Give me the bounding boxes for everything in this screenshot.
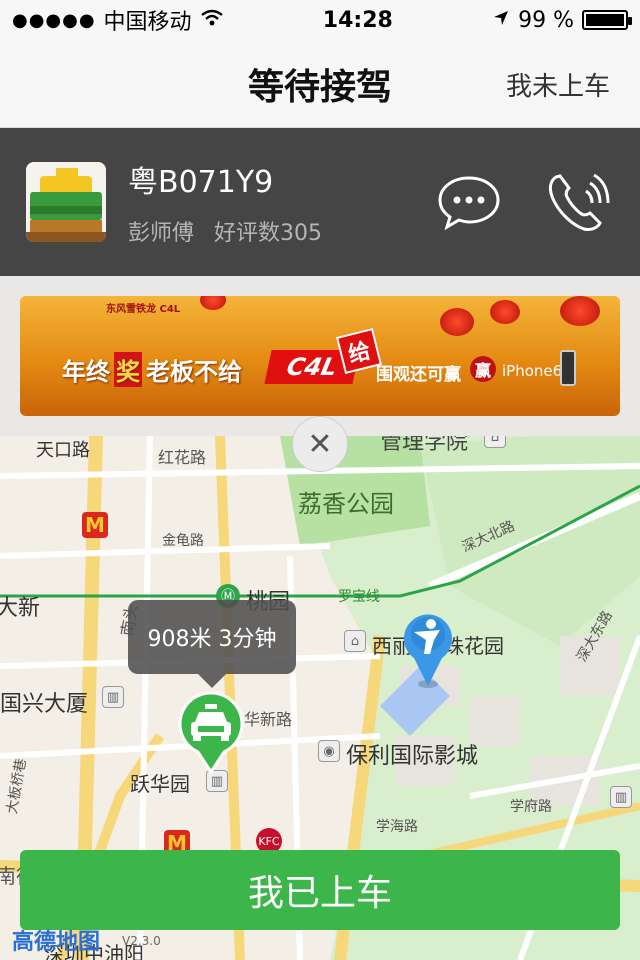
carrier-label: 中国移动 [103,10,192,35]
battery-icon [581,10,632,30]
message-bubble-icon[interactable] [434,167,504,237]
cinema-icon: ◉ [318,740,340,762]
lantern-decoration [560,296,600,326]
ad-headline: 年终 奖 老板不给 [62,352,242,387]
mcdonalds-icon: M [82,512,108,538]
ad-subtitle: 围观还可赢 [376,365,461,385]
not-boarded-button[interactable]: 我未上车 [506,66,610,103]
map-logo: 高德地图 [12,930,101,955]
license-plate: 粤B071Y9 [128,165,274,200]
boarded-button[interactable]: 我已上车 [20,850,620,930]
map-label-xuehai: 学海路 [376,819,418,835]
ad-headline-suffix: 老板不给 [146,358,242,386]
close-icon[interactable]: ✕ [292,416,348,472]
lantern-decoration [440,308,474,336]
status-bar: ●●●●● 中国移动 14:28 99 % [0,0,640,40]
iphone-icon [560,350,576,386]
map-label-xuefu: 学府路 [510,799,552,815]
map-poi-icon: ▥ [610,786,632,808]
ad-win-char: 赢 [470,356,496,382]
ad-headline-prefix: 年终 [62,358,110,386]
map-label-guanli: 管理学院 [380,436,469,455]
map-label-luobao: 罗宝线 [338,589,380,605]
page-title: 等待接驾 [247,66,392,108]
map-label-lixiang: 荔香公园 [298,490,394,518]
map-poi-icon: ⌂ [484,436,506,448]
battery-fill [585,14,624,26]
map-label-daxin: 大新 [0,596,41,621]
taxi-icon [26,162,106,242]
ad-iphone: iPhone6 [502,362,563,380]
map-label-baoli: 保利国际影城 [346,744,479,769]
ad-headline-char: 奖 [114,352,142,387]
ad-brand: 东风雪铁龙 C4L [106,304,181,315]
status-left: ●●●●● 中国移动 [12,4,224,36]
phone-icon[interactable] [544,167,614,237]
battery-percent: 99 % [518,7,574,33]
map-poi-icon: ▥ [102,686,124,708]
lantern-decoration [490,300,520,324]
location-arrow-icon [492,8,510,33]
user-location-pin-icon [400,610,456,690]
signal-strength-icon: ●●●●● [12,9,96,31]
driver-name: 彭师傅 [128,221,195,246]
wifi-icon [200,8,224,33]
driver-info: 粤B071Y9 彭师傅 好评数305 [128,157,434,247]
map-label-huaxin: 华新路 [244,710,293,729]
map-label-guoxing: 国兴大厦 [0,692,89,717]
map-label-jingui: 金龟路 [162,533,204,549]
ad-container: 东风雪铁龙 C4L 年终 奖 老板不给 C4L 给 围观还可赢 赢 iPhone… [0,276,640,436]
map-label-tiankou: 天口路 [36,440,90,461]
driver-details: 彭师傅 好评数305 [128,215,434,247]
status-right: 99 % [492,7,632,33]
lantern-decoration [200,296,226,310]
map-poi-icon: ⌂ [344,630,366,652]
nav-bar: 等待接驾 我未上车 [0,40,640,128]
driver-panel: 粤B071Y9 彭师傅 好评数305 [0,128,640,276]
ad-banner[interactable]: 东风雪铁龙 C4L 年终 奖 老板不给 C4L 给 围观还可赢 赢 iPhone… [20,296,620,416]
taxi-pin-icon[interactable] [178,691,244,775]
status-time: 14:28 [322,7,393,33]
eta-bubble: 908米 3分钟 [128,600,296,688]
map-version: V2.3.0 [122,934,161,948]
driver-rating: 好评数305 [214,221,323,246]
map-label-honghua: 红花路 [158,448,207,467]
